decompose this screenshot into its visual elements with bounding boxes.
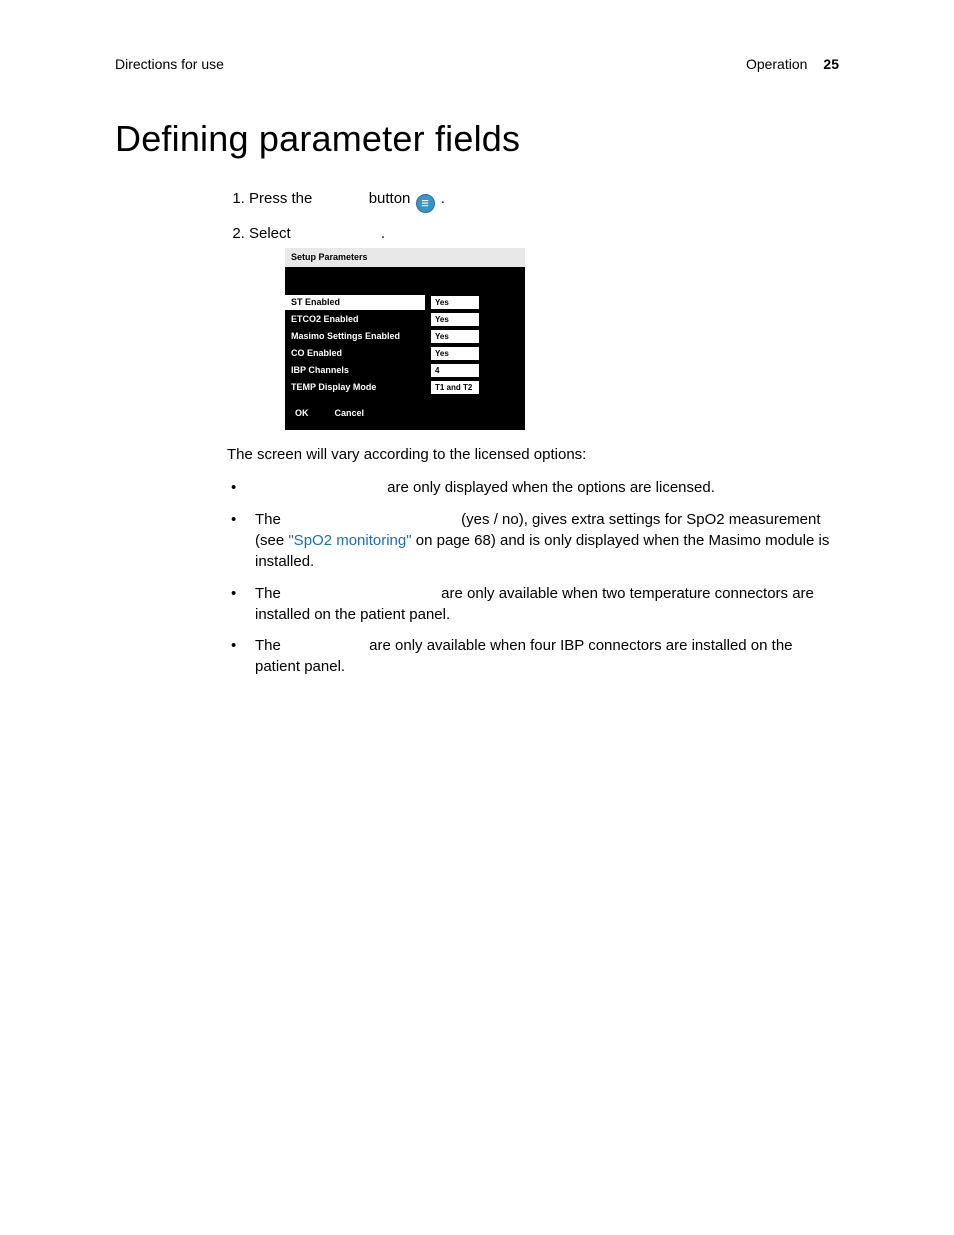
screenshot-table: ST EnabledYesETCO2 EnabledYesMasimo Sett… [285,293,525,397]
screenshot-row: TEMP Display ModeT1 and T2 [285,380,525,395]
screenshot-ok: OK [295,407,309,420]
screenshot-cancel: Cancel [335,407,365,420]
screenshot-row-label: ST Enabled [285,295,425,310]
screenshot-row: ST EnabledYes [285,295,525,310]
screenshot-row-value: Yes [425,346,485,361]
bullet-licensed: are only displayed when the options are … [227,477,839,498]
spo2-link[interactable]: "SpO2 monitoring" [288,532,411,549]
screenshot-row-label: TEMP Display Mode [285,380,425,395]
step-1: Press the button ☰ . [249,188,839,213]
screenshot-row: Masimo Settings EnabledYes [285,329,525,344]
bullet-masimo: The (yes / no), gives extra settings for… [227,509,839,573]
screenshot-row-value: Yes [425,312,485,327]
running-header: Directions for use Operation 25 [115,56,839,72]
bullet-temp: The are only available when two temperat… [227,583,839,626]
header-section: Operation [746,56,807,72]
screenshot-row: CO EnabledYes [285,346,525,361]
screenshot-row-label: IBP Channels [285,363,425,378]
setup-icon: ☰ [416,194,435,213]
bullet-ibp: The are only available when four IBP con… [227,635,839,678]
screenshot-title: Setup Parameters [285,248,525,267]
header-left: Directions for use [115,56,224,72]
screenshot-row-value: 4 [425,363,485,378]
screenshot-row: IBP Channels4 [285,363,525,378]
page-title: Defining parameter fields [115,118,839,160]
screenshot-row: ETCO2 EnabledYes [285,312,525,327]
screenshot-row-label: ETCO2 Enabled [285,312,425,327]
step-2: Select . Setup Parameters ST EnabledYesE… [249,223,839,430]
setup-parameters-screenshot: Setup Parameters ST EnabledYesETCO2 Enab… [285,248,525,430]
screenshot-row-label: CO Enabled [285,346,425,361]
para-options-vary: The screen will vary according to the li… [227,444,839,465]
steps-list: Press the button ☰ . Select . Setup Para… [227,188,839,430]
screenshot-row-label: Masimo Settings Enabled [285,329,425,344]
page-number: 25 [823,56,839,72]
screenshot-row-value: Yes [425,295,485,310]
options-bullets: are only displayed when the options are … [227,477,839,677]
screenshot-row-value: T1 and T2 [425,380,485,395]
screenshot-row-value: Yes [425,329,485,344]
